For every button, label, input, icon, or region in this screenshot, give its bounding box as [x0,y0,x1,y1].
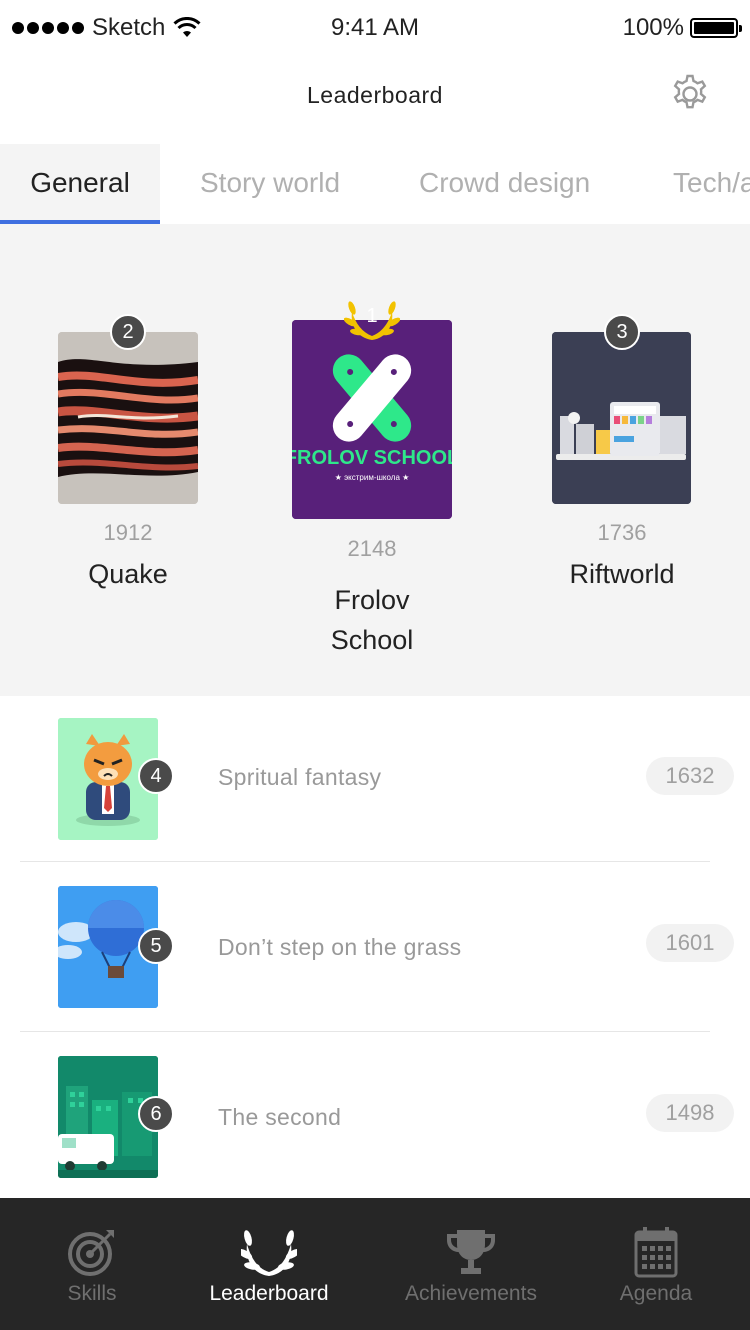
page-title: Leaderboard [307,82,443,108]
tab-general[interactable]: General [0,144,160,224]
podium-third-image [552,332,691,504]
nav-header: Leaderboard [0,56,750,144]
podium-second-image [58,332,198,504]
list-item-name: Spritual fantasy [218,764,382,790]
tabbar-skills[interactable]: Skills [0,1198,184,1330]
podium-second-name: Quake [88,559,168,589]
podium-third-name: Riftworld [569,559,675,589]
podium-third-score: 1736 [597,520,647,545]
tabbar-achievements[interactable]: Achievements [384,1198,558,1330]
target-icon [68,1230,114,1276]
laurel-wreath-icon [241,1230,297,1276]
tab-crowd-design[interactable]: Crowd design [419,144,590,224]
podium-third[interactable]: 3 1736 Riftworld [552,314,692,614]
rank-badge: 4 [138,758,174,794]
logo-title: FROLOV SCHOOL [292,447,452,469]
status-bar: Sketch 9:41 AM 100% [0,0,750,56]
list-item[interactable]: 4 Spritual fantasy 1632 [0,696,750,866]
tabbar-agenda[interactable]: Agenda [572,1198,740,1330]
podium-second[interactable]: 2 1912 Quake [58,314,198,614]
list-item-name: Don’t step on the grass [218,934,462,960]
tabbar-leaderboard-label: Leaderboard [209,1282,329,1305]
tabbar-leaderboard[interactable]: Leaderboard [184,1198,354,1330]
podium-first-image: FROLOV SCHOOL ★ экстрим-школа ★ [292,320,452,519]
tab-story-world[interactable]: Story world [200,144,340,224]
trophy-icon [447,1230,495,1274]
tabbar-achievements-label: Achievements [405,1282,537,1305]
calendar-icon [634,1227,678,1278]
list-item[interactable]: 6 The second 1498 [0,1036,750,1206]
podium-first-score: 2148 [347,536,397,561]
podium-first-name-line2: School [330,625,414,655]
score-pill: 1601 [646,924,734,962]
podium-second-score: 1912 [103,520,153,545]
list-item[interactable]: 5 Don’t step on the grass 1601 [0,866,750,1036]
category-tabs: General Story world Crowd design Tech/a [0,144,750,224]
logo-subtitle: ★ экстрим-школа ★ [335,473,410,482]
battery-percent: 100% [622,14,684,41]
score-pill: 1632 [646,757,734,795]
tabbar-skills-label: Skills [67,1282,117,1305]
gear-icon[interactable] [668,72,712,116]
rank-badge: 1 [366,305,378,327]
divider [20,861,710,862]
podium-first[interactable]: FROLOV SCHOOL ★ экстрим-школа ★ 1 2148 F… [292,290,452,670]
leaderboard-list: 4 Spritual fantasy 1632 5 Don’t step on … [0,696,750,1198]
battery-icon [690,18,742,38]
bottom-tab-bar: Skills Leaderboard Achievements Agenda [0,1198,750,1330]
rank-badge: 6 [138,1096,174,1132]
tab-tech[interactable]: Tech/a [673,144,750,224]
divider [20,1031,710,1032]
tabbar-agenda-label: Agenda [619,1282,693,1305]
rank-badge: 5 [138,928,174,964]
score-pill: 1498 [646,1094,734,1132]
podium-first-name-line1: Frolov [334,585,410,615]
rank-badge: 2 [110,314,146,350]
rank-badge: 3 [604,314,640,350]
list-item-name: The second [218,1104,342,1130]
podium: 2 1912 Quake FROLOV SCHOOL ★ экстрим-шко… [0,224,750,696]
